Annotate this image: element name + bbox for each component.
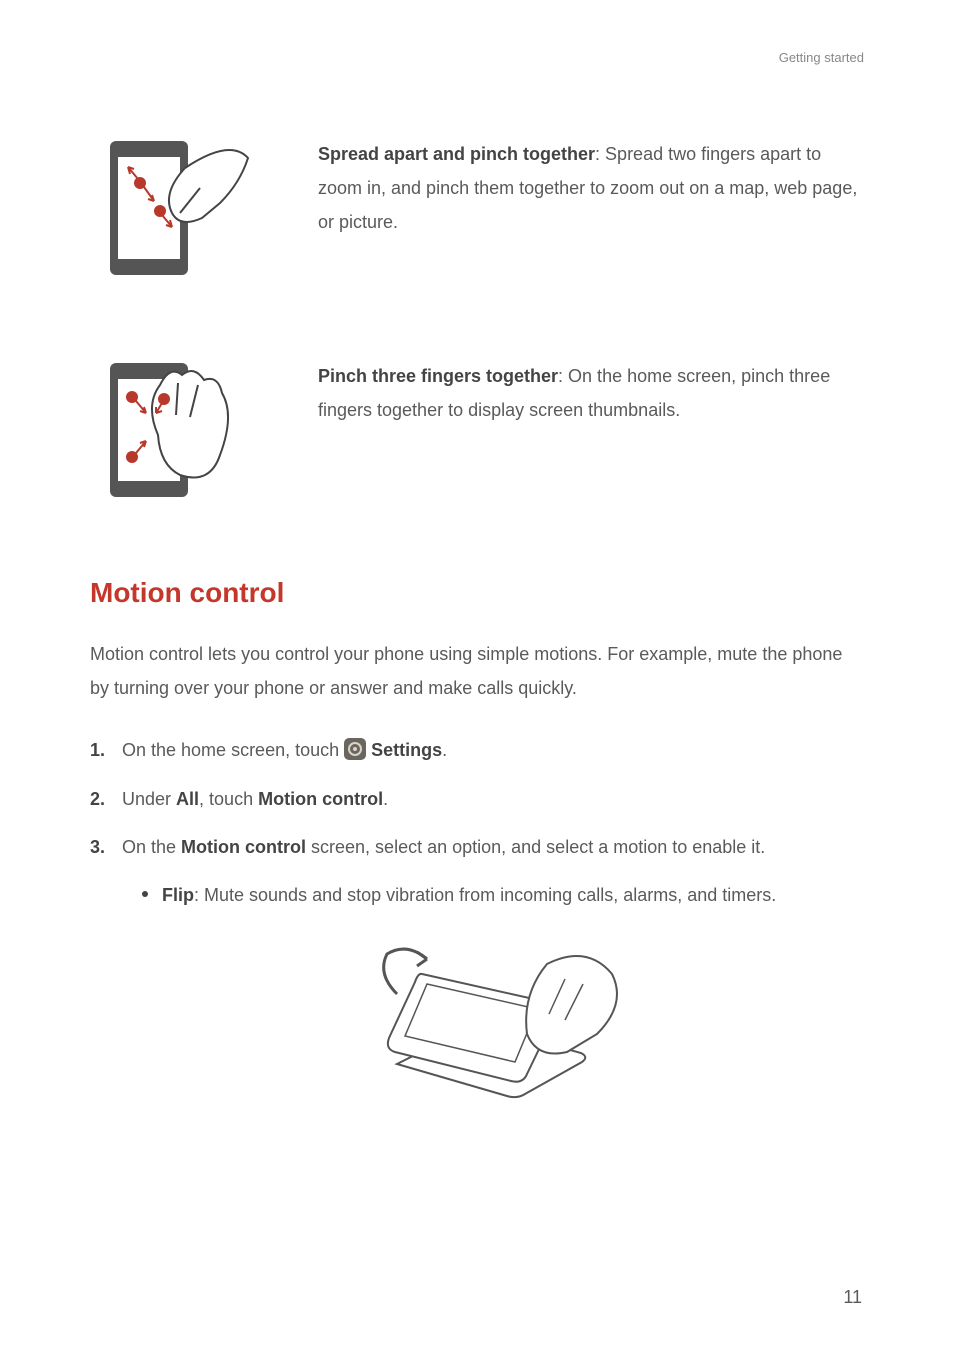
gesture-text-threefinger: Pinch three fingers together: On the hom… (318, 355, 864, 427)
gesture-text-spread: Spread apart and pinch together: Spread … (318, 133, 864, 240)
header-section-label: Getting started (90, 50, 864, 65)
step-3: On the Motion control screen, select an … (90, 830, 864, 912)
gesture-row-spread-pinch: Spread apart and pinch together: Spread … (90, 133, 864, 283)
gesture-title-spread: Spread apart and pinch together (318, 144, 595, 164)
step-3-sublist: Flip: Mute sounds and stop vibration fro… (122, 878, 864, 912)
step-2: Under All, touch Motion control. (90, 782, 864, 816)
step-1: On the home screen, touch Settings. (90, 733, 864, 767)
section-title-motion-control: Motion control (90, 577, 864, 609)
spread-pinch-icon (90, 133, 260, 283)
three-finger-pinch-icon (90, 355, 260, 505)
steps-list: On the home screen, touch Settings. Unde… (90, 733, 864, 912)
section-intro: Motion control lets you control your pho… (90, 637, 864, 705)
flip-phone-icon (327, 934, 627, 1114)
page-number: 11 (843, 1287, 862, 1308)
gesture-title-threefinger: Pinch three fingers together (318, 366, 558, 386)
bullet-flip: Flip: Mute sounds and stop vibration fro… (142, 878, 864, 912)
settings-app-icon (344, 738, 366, 760)
gesture-row-three-finger: Pinch three fingers together: On the hom… (90, 355, 864, 505)
